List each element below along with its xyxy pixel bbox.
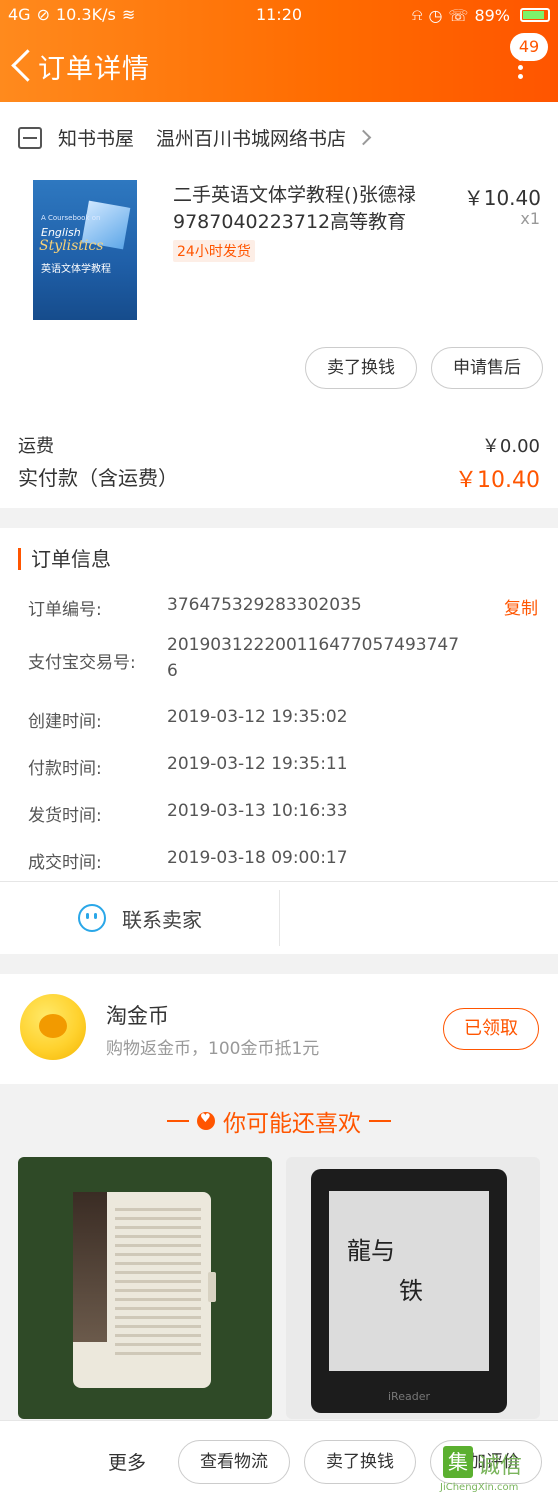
paid-label: 实付款（含运费） xyxy=(18,466,178,490)
ereader-screen: 龍与 铁 xyxy=(329,1191,489,1371)
book-cover-image[interactable]: A Coursebook on English Stylistics 英语文体学… xyxy=(33,180,137,320)
order-number-label: 订单编号: xyxy=(28,600,102,620)
shipped-time-label: 发货时间: xyxy=(28,806,102,826)
message-count-badge[interactable]: 49 xyxy=(510,33,548,61)
status-right: ⍾ ◷ ☏ 89% xyxy=(412,5,550,25)
ereader-brand: iReader xyxy=(388,1390,430,1403)
ereader-image: 龍与 铁 iReader xyxy=(311,1169,507,1413)
battery-percent: 89% xyxy=(474,5,510,25)
claimed-button[interactable]: 已领取 xyxy=(443,1008,539,1050)
case-photo-panel xyxy=(73,1192,107,1342)
created-time-value: 2019-03-12 19:35:02 xyxy=(167,707,348,727)
recommend-header: 你可能还喜欢 xyxy=(0,1104,558,1138)
recommend-title: 你可能还喜欢 xyxy=(223,1111,361,1137)
back-arrow-icon[interactable] xyxy=(10,48,32,84)
contact-seller-button[interactable]: 联系卖家 xyxy=(0,882,280,954)
paid-time-value: 2019-03-12 19:35:11 xyxy=(167,754,348,774)
alipay-trade-label: 支付宝交易号: xyxy=(28,653,136,673)
shipped-time-value: 2019-03-13 10:16:33 xyxy=(167,801,348,821)
app-header: 4G ⊘ 10.3K/s ≋ 11:20 ⍾ ◷ ☏ 89% 订单详情 49 xyxy=(0,0,558,102)
order-number-value: 376475329283302035 xyxy=(167,595,362,615)
gold-coin-icon xyxy=(20,994,86,1060)
sell-button[interactable]: 卖了换钱 xyxy=(305,347,417,389)
alipay-trade-value: 2019031222001164770574937476 xyxy=(167,635,460,681)
watermark-url: JiChengXin.com xyxy=(440,1482,519,1493)
case-text-lines xyxy=(115,1208,201,1361)
watermark-logo: 集 xyxy=(443,1446,473,1478)
view-logistics-button[interactable]: 查看物流 xyxy=(178,1440,290,1484)
item-price: ￥10.40 xyxy=(463,186,541,210)
hd-call-icon: ☏ xyxy=(448,5,469,25)
created-time-label: 创建时间: xyxy=(28,712,102,732)
chat-icon xyxy=(78,904,106,932)
more-button[interactable]: 更多 xyxy=(108,1448,146,1475)
item-title[interactable]: 二手英语文体学教程()张德禄9787040223712高等教育 xyxy=(173,182,443,236)
cover-text-line4: 英语文体学教程 xyxy=(41,264,111,275)
store-name: 温州百川书城网络书店 xyxy=(156,128,347,150)
contact-seller-label: 联系卖家 xyxy=(122,907,202,932)
chevron-right-icon xyxy=(355,129,372,146)
alarm-icon: ◷ xyxy=(428,5,443,25)
page-title: 订单详情 xyxy=(38,54,150,85)
sell-again-button[interactable]: 卖了换钱 xyxy=(304,1440,416,1484)
after-sale-button[interactable]: 申请售后 xyxy=(431,347,543,389)
heart-icon xyxy=(197,1111,215,1130)
shipping-label: 运费 xyxy=(18,436,54,457)
title-bar: 订单详情 xyxy=(0,38,558,94)
status-bar: 4G ⊘ 10.3K/s ≋ 11:20 ⍾ ◷ ☏ 89% xyxy=(0,4,558,26)
paid-time-label: 付款时间: xyxy=(28,759,102,779)
taojinbi-card: 淘金币 购物返金币，100金币抵1元 已领取 xyxy=(0,974,558,1084)
order-info-title: 订单信息 xyxy=(18,548,111,570)
paid-value: ￥10.40 xyxy=(455,468,540,493)
deal-time-value: 2019-03-18 09:00:17 xyxy=(167,848,348,868)
coin-subtitle: 购物返金币，100金币抵1元 xyxy=(106,1039,320,1059)
divider xyxy=(279,890,280,946)
deal-time-label: 成交时间: xyxy=(28,853,102,873)
order-item-card: 知书书屋 温州百川书城网络书店 A Coursebook on English … xyxy=(0,102,558,508)
watermark-text: 诚信 xyxy=(478,1454,523,1479)
decor-line-icon xyxy=(167,1120,189,1122)
item-quantity: x1 xyxy=(520,209,540,228)
shipping-value: ￥0.00 xyxy=(481,436,540,457)
coin-title: 淘金币 xyxy=(106,1004,169,1028)
order-info-card: 订单信息 订单编号: 376475329283302035 复制 支付宝交易号:… xyxy=(0,528,558,954)
case-tab xyxy=(208,1272,216,1302)
recommend-product-1[interactable] xyxy=(18,1157,272,1419)
delivery-tag: 24小时发货 xyxy=(173,240,255,262)
kindle-case-image xyxy=(73,1192,211,1388)
battery-icon xyxy=(520,8,550,22)
cover-text-line3: Stylistics xyxy=(39,238,104,254)
cover-text-line1: A Coursebook on xyxy=(41,214,101,222)
site-watermark: 集 诚信 JiChengXin.com xyxy=(440,1446,558,1500)
copy-order-number-button[interactable]: 复制 xyxy=(504,594,538,619)
bell-off-icon: ⍾ xyxy=(411,5,423,24)
store-icon xyxy=(18,126,42,149)
recommend-title-wrap: 你可能还喜欢 xyxy=(159,1104,399,1138)
shop-row[interactable]: 知书书屋 温州百川书城网络书店 xyxy=(18,124,372,151)
platform-name: 知书书屋 xyxy=(58,128,135,150)
recommend-product-2[interactable]: 龍与 铁 iReader xyxy=(286,1157,540,1419)
more-options-icon[interactable] xyxy=(518,56,524,82)
decor-line-icon xyxy=(369,1120,391,1122)
